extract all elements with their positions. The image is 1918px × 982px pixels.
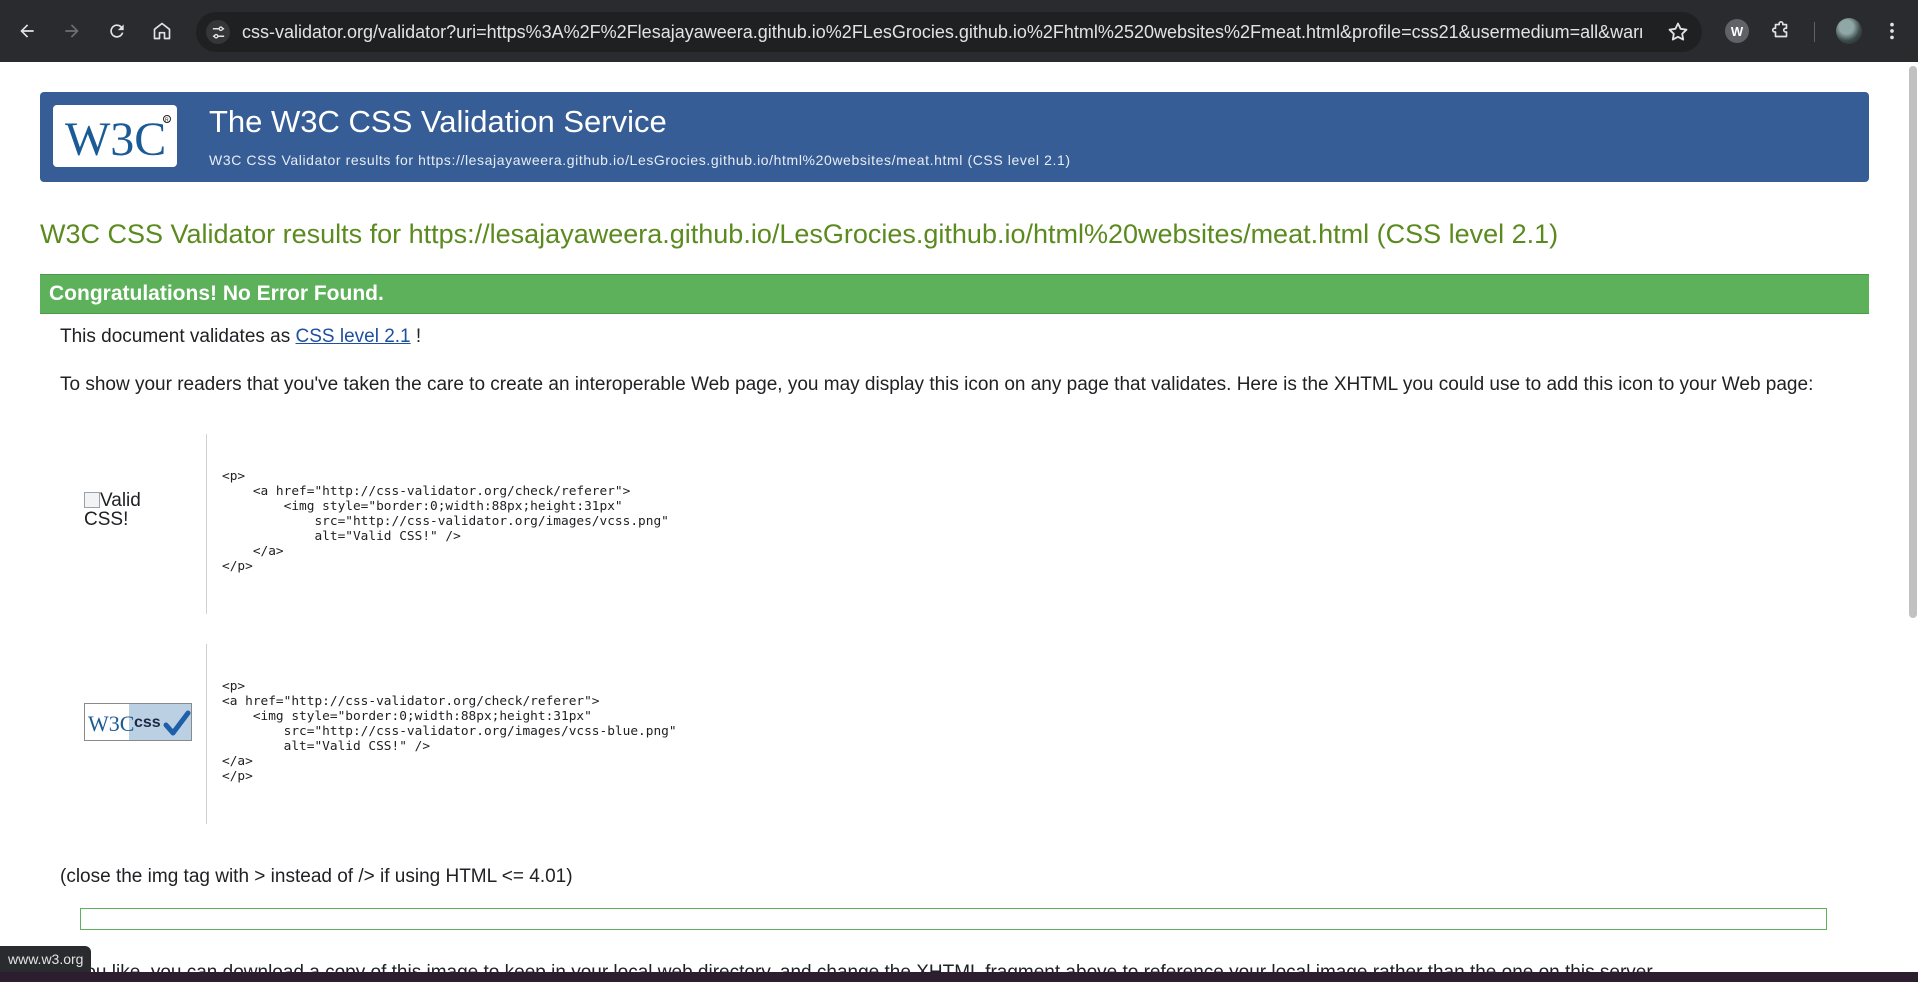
- validates-prefix: This document validates as: [60, 326, 296, 347]
- success-banner: Congratulations! No Error Found.: [40, 274, 1869, 314]
- css-level-link[interactable]: CSS level 2.1: [296, 326, 411, 347]
- validates-suffix: !: [410, 326, 422, 347]
- address-bar[interactable]: css-validator.org/validator?uri=https%3A…: [196, 12, 1702, 52]
- arrow-right-icon: [65, 24, 79, 38]
- validates-paragraph: This document validates as CSS level 2.1…: [60, 326, 421, 348]
- badge-w3c-text: W3C: [88, 711, 134, 736]
- home-button[interactable]: [145, 14, 179, 48]
- forward-button[interactable]: [55, 14, 89, 48]
- results-heading: W3C CSS Validator results for https://le…: [40, 219, 1559, 249]
- snippet-block-vcss-blue: W3C css <p> <a href="http://css-validato…: [70, 644, 1850, 824]
- snippet-block-vcss: Valid CSS! <p> <a href="http://css-valid…: [70, 434, 1850, 614]
- vertical-scrollbar[interactable]: [1908, 62, 1918, 982]
- banner-title: The W3C CSS Validation Service: [209, 104, 667, 139]
- site-settings-icon[interactable]: [206, 20, 230, 44]
- code-snippet: <p> <a href="http://css-validator.org/ch…: [222, 469, 669, 574]
- badge-css-text: css: [134, 714, 161, 731]
- code-snippet: <p> <a href="http://css-validator.org/ch…: [222, 679, 677, 784]
- green-outline-box: [80, 908, 1827, 930]
- alt-text-line2: CSS!: [84, 509, 129, 530]
- extensions-puzzle-button[interactable]: [1766, 16, 1796, 46]
- w3c-logo[interactable]: W3C R: [53, 105, 177, 167]
- bookmark-star-icon[interactable]: [1666, 20, 1690, 44]
- html-note: (close the img tag with > instead of /> …: [60, 866, 573, 887]
- menu-button[interactable]: [1877, 16, 1907, 46]
- banner-subtitle: W3C CSS Validator results for https://le…: [209, 152, 1071, 168]
- badge-cell: W3C css: [70, 644, 207, 824]
- w3c-logo-text: W3C: [65, 113, 166, 166]
- reload-button[interactable]: [100, 14, 134, 48]
- badge-cell: Valid CSS!: [70, 434, 207, 614]
- page-viewport: W3C R The W3C CSS Validation Service W3C…: [0, 62, 1918, 982]
- header-banner: W3C R The W3C CSS Validation Service W3C…: [40, 92, 1869, 182]
- valid-css-badge[interactable]: W3C css: [84, 703, 192, 741]
- toolbar-divider: [1814, 22, 1815, 42]
- status-bar: www.w3.org: [0, 946, 92, 972]
- avatar: [1836, 18, 1862, 44]
- reload-icon: [110, 24, 124, 38]
- alt-text-line1: Valid: [100, 490, 141, 511]
- success-message: Congratulations! No Error Found.: [49, 282, 384, 305]
- broken-image-alt[interactable]: Valid CSS!: [84, 491, 141, 529]
- broken-image-icon: [84, 492, 100, 508]
- back-button[interactable]: [10, 14, 44, 48]
- intro-paragraph: To show your readers that you've taken t…: [60, 374, 1814, 395]
- url-text[interactable]: css-validator.org/validator?uri=https%3A…: [242, 22, 1642, 42]
- puzzle-icon: [1771, 21, 1788, 38]
- profile-button[interactable]: [1834, 16, 1864, 46]
- browser-toolbar: css-validator.org/validator?uri=https%3A…: [0, 0, 1918, 62]
- extension-button[interactable]: W: [1722, 16, 1752, 46]
- home-icon: [153, 22, 171, 40]
- taskbar-edge: [0, 972, 1918, 982]
- arrow-left-icon: [20, 24, 34, 38]
- extension-w-icon: W: [1725, 19, 1749, 43]
- kebab-menu-icon: [1890, 22, 1894, 40]
- scrollbar-thumb[interactable]: [1909, 66, 1917, 618]
- svg-text:R: R: [165, 118, 169, 124]
